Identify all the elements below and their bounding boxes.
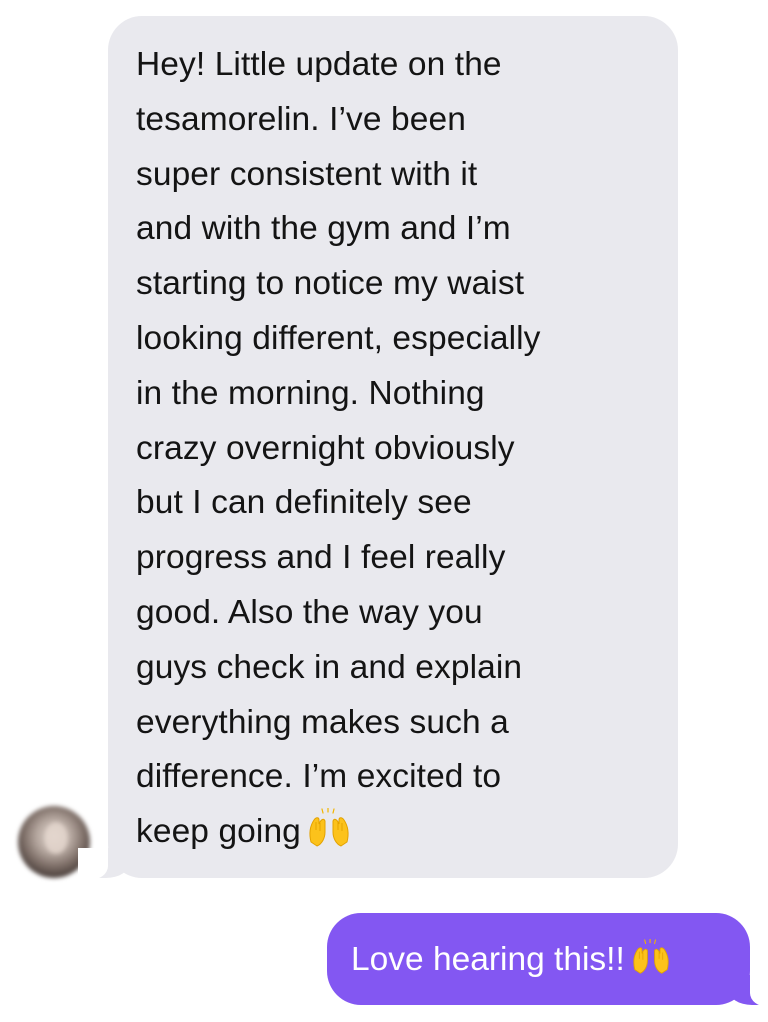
incoming-message-text: Hey! Little update on the tesamorelin. I… bbox=[136, 38, 648, 860]
avatar-face bbox=[44, 822, 68, 854]
message-line: but I can definitely see bbox=[136, 484, 472, 522]
message-thread: Hey! Little update on the tesamorelin. I… bbox=[0, 0, 768, 1022]
raising-hands-icon bbox=[631, 938, 671, 975]
message-line: super consistent with it bbox=[136, 155, 478, 193]
incoming-tail-mask bbox=[78, 848, 108, 880]
outgoing-message-bubble[interactable]: Love hearing this!! bbox=[327, 913, 768, 1007]
message-line: in the morning. Nothing bbox=[136, 374, 485, 412]
message-line: guys check in and explain bbox=[136, 648, 523, 686]
message-line: progress and I feel really bbox=[136, 539, 506, 577]
message-line-text: keep going bbox=[136, 813, 301, 851]
message-line: good. Also the way you bbox=[136, 593, 483, 631]
message-line: starting to notice my waist bbox=[136, 265, 525, 303]
incoming-message-bubble[interactable]: Hey! Little update on the tesamorelin. I… bbox=[78, 16, 678, 880]
raising-hands-icon bbox=[307, 807, 351, 848]
outgoing-message-label: Love hearing this!! bbox=[351, 941, 625, 978]
message-line: crazy overnight obviously bbox=[136, 429, 515, 467]
message-line: looking different, especially bbox=[136, 319, 541, 357]
message-line: everything makes such a bbox=[136, 703, 509, 741]
message-line: tesamorelin. I’ve been bbox=[136, 100, 466, 138]
message-line: Hey! Little update on the bbox=[136, 46, 502, 83]
message-line: and with the gym and I’m bbox=[136, 210, 511, 248]
message-line-last: keep going bbox=[136, 805, 648, 860]
outgoing-message-text: Love hearing this!! bbox=[351, 938, 671, 979]
message-line: difference. I’m excited to bbox=[136, 758, 502, 796]
